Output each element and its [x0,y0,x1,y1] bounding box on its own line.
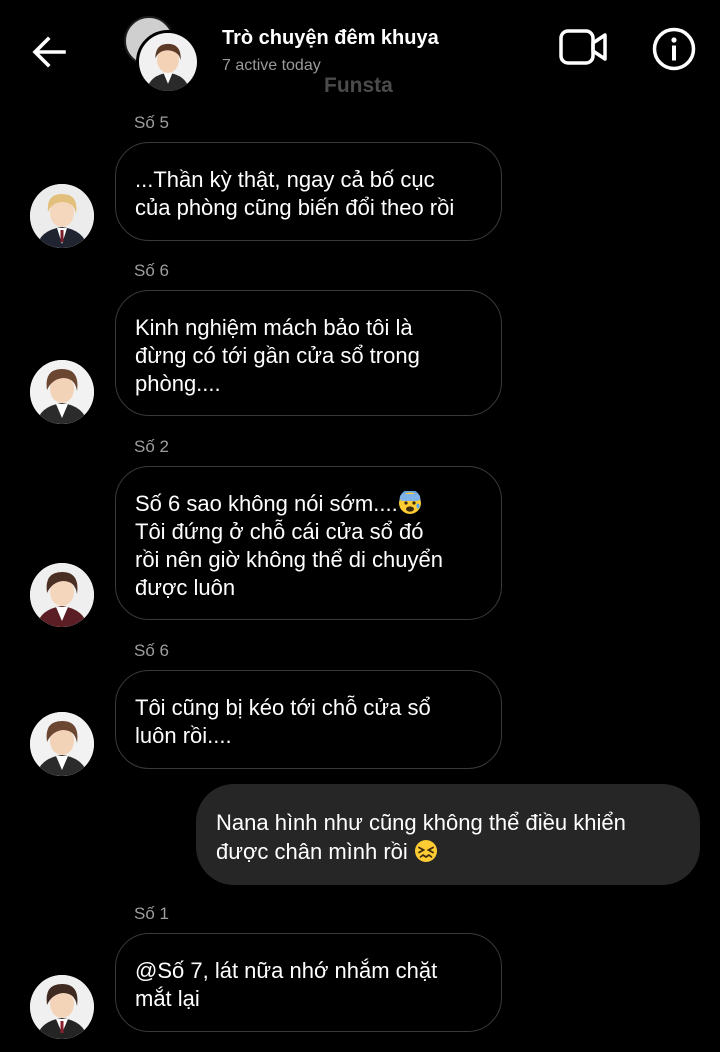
watermark: Funsta [324,74,393,97]
sender-name: Số 2 [134,437,169,456]
info-button[interactable] [651,26,697,72]
message-bubble[interactable]: Kinh nghiệm mách bảo tôi là đừng có tới … [115,290,502,416]
avatar[interactable] [30,360,94,424]
message-text: ...Thần kỳ thật, ngay cả bố cục của phòn… [135,167,455,220]
message-bubble[interactable]: ...Thần kỳ thật, ngay cả bố cục của phòn… [115,142,502,241]
avatar[interactable] [30,712,94,776]
chat-title: Trò chuyện đêm khuya [222,27,439,49]
anxious-face-emoji [398,491,421,514]
sender-name: Số 5 [134,113,169,132]
avatar[interactable] [30,563,94,627]
message-text: Số 6 sao không nói sớm.... Tôi đứng ở ch… [135,490,487,602]
message-text-rest: Tôi đứng ở chỗ cái cửa sổ đó rồi nên giờ… [135,519,443,600]
back-button[interactable] [30,32,70,72]
active-status: 7 active today [222,57,321,74]
arrow-left-icon [32,36,66,68]
avatar[interactable] [30,184,94,248]
sender-name: Số 6 [134,261,169,280]
message-text: @Số 7, lát nữa nhớ nhắm chặt mắt lại [135,958,438,1011]
message-bubble[interactable]: @Số 7, lát nữa nhớ nhắm chặt mắt lại [115,933,502,1032]
message-text-line: Số 6 sao không nói sớm.... [135,491,398,516]
avatar[interactable] [30,975,94,1039]
sender-name: Số 6 [134,641,169,660]
video-call-button[interactable] [558,26,610,70]
own-message-bubble[interactable]: Nana hình như cũng không thể điều khiển … [196,784,700,885]
video-camera-icon [559,29,607,65]
message-text: Tôi cũng bị kéo tới chỗ cửa sổ luôn rồi.… [135,695,431,748]
info-circle-icon [652,27,696,71]
group-avatar[interactable] [124,16,200,94]
message-bubble[interactable]: Số 6 sao không nói sớm.... Tôi đứng ở ch… [115,466,502,620]
message-bubble[interactable]: Tôi cũng bị kéo tới chỗ cửa sổ luôn rồi.… [115,670,502,769]
own-message-text: Nana hình như cũng không thể điều khiển … [216,808,682,866]
message-text: Kinh nghiệm mách bảo tôi là đừng có tới … [135,315,420,396]
group-avatar-front [136,30,200,94]
chat-header: Trò chuyện đêm khuya 7 active today Funs… [0,0,720,100]
confounded-face-emoji [414,840,437,862]
sender-name: Số 1 [134,904,169,923]
